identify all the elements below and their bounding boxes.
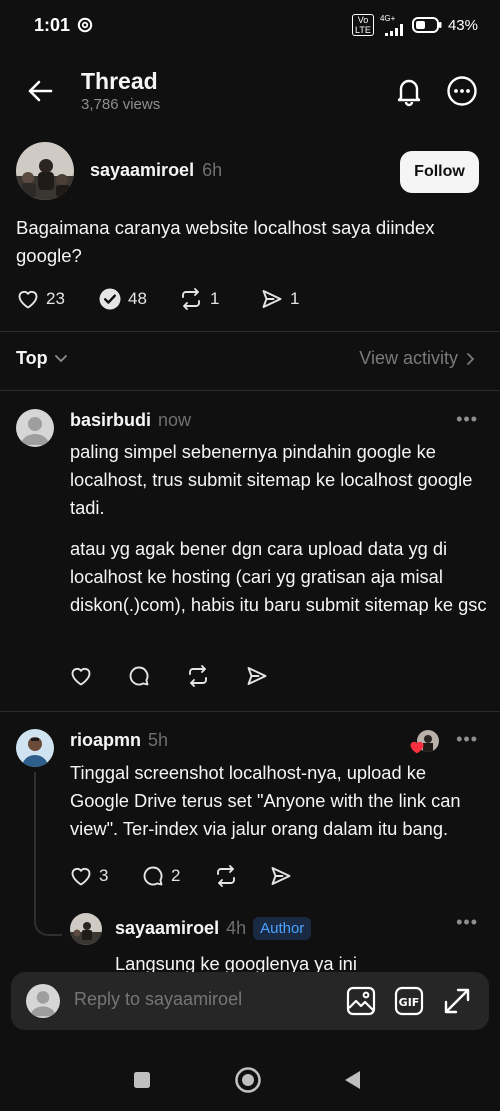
verified-count: 48: [128, 289, 147, 308]
repost-icon: [217, 865, 235, 887]
share-count: 1: [290, 289, 300, 308]
back-triangle-icon: [345, 1071, 360, 1089]
sort-dropdown[interactable]: Top: [16, 348, 68, 369]
post-author-name[interactable]: sayaamiroel: [90, 160, 194, 181]
post-author-avatar[interactable]: [16, 142, 74, 200]
heart-liked-icon: [410, 741, 424, 754]
share-button[interactable]: 1: [260, 287, 299, 311]
like-button[interactable]: 23: [16, 287, 98, 311]
reply-time: now: [158, 410, 192, 430]
thread-connector: [34, 920, 62, 936]
reply-repost-button[interactable]: [213, 864, 269, 888]
post-text: Bagaimana caranya website localhost saya…: [16, 217, 435, 266]
network-type: 4G+: [379, 13, 396, 23]
reply-more-button[interactable]: •••: [456, 729, 478, 750]
back-arrow-icon: [28, 80, 53, 102]
reply-avatar[interactable]: [16, 729, 54, 767]
default-avatar-icon: [21, 417, 49, 445]
reply-paragraph: paling simpel sebenernya pindahin google…: [70, 441, 473, 518]
reply-author-name[interactable]: basirbudi: [70, 410, 151, 431]
image-icon: [346, 986, 376, 1016]
view-activity-label: View activity: [359, 348, 458, 368]
reply-more-button[interactable]: •••: [456, 409, 478, 430]
thread-line: [34, 772, 36, 922]
reply-text: Tinggal screenshot localhost-nya, upload…: [70, 762, 461, 839]
more-options-button[interactable]: [446, 75, 478, 107]
page-title: Thread: [81, 68, 158, 94]
check-badge-icon: [99, 288, 121, 310]
reply-time: 4h: [226, 918, 247, 938]
system-nav-bar: [0, 1040, 500, 1111]
reply-author-name[interactable]: rioapmn: [70, 730, 141, 751]
square-icon: [134, 1072, 150, 1088]
reply-more-button[interactable]: •••: [456, 912, 478, 933]
home-circle-icon: [235, 1067, 261, 1093]
reply-like-button[interactable]: 3: [69, 864, 141, 888]
reply-share-button[interactable]: [269, 864, 293, 888]
heart-icon[interactable]: [69, 664, 93, 688]
reply-comment-button[interactable]: 2: [141, 864, 213, 888]
recents-button[interactable]: [133, 1071, 151, 1089]
divider: [0, 390, 500, 391]
heart-icon: [71, 867, 91, 886]
expand-button[interactable]: [442, 986, 472, 1016]
gif-icon: GIF: [394, 986, 424, 1016]
repost-icon[interactable]: [185, 664, 211, 688]
heart-icon: [18, 290, 38, 309]
volte-icon: Vo LTE: [351, 14, 374, 36]
send-icon: [262, 290, 282, 308]
composer-avatar: [26, 984, 60, 1018]
view-count: 3,786 views: [81, 96, 161, 113]
notifications-button[interactable]: [393, 75, 425, 107]
author-badge: Author: [253, 917, 312, 940]
repost-button[interactable]: 1: [178, 287, 260, 311]
default-avatar-icon: [30, 991, 56, 1017]
comment-icon[interactable]: [127, 664, 151, 688]
divider: [0, 331, 500, 332]
reply-avatar[interactable]: [16, 409, 54, 447]
nested-reply-avatar[interactable]: [70, 913, 102, 945]
home-button[interactable]: [234, 1066, 262, 1094]
like-count: 23: [46, 289, 65, 308]
back-button[interactable]: [26, 77, 54, 105]
reply-input[interactable]: [74, 989, 324, 1010]
reply-like-count: 3: [99, 866, 109, 885]
more-circle-icon: [447, 76, 477, 106]
bell-icon: [397, 79, 421, 107]
repost-count: 1: [210, 289, 220, 308]
svg-text:GIF: GIF: [399, 996, 420, 1009]
divider: [0, 711, 500, 712]
status-icons: Vo LTE 4G+ 43%: [351, 13, 478, 36]
reply-paragraph: atau yg agak bener dgn cara upload data …: [70, 538, 487, 615]
chevron-right-icon: [467, 352, 475, 365]
image-button[interactable]: [346, 986, 376, 1016]
follow-button[interactable]: Follow: [400, 151, 479, 193]
send-icon[interactable]: [245, 664, 269, 688]
threads-status-icon: [77, 17, 93, 33]
reply-time: 5h: [148, 730, 169, 750]
reply-comment-count: 2: [171, 866, 181, 885]
post-time: 6h: [202, 160, 223, 180]
comment-icon: [143, 866, 163, 886]
chevron-down-icon: [54, 354, 67, 362]
status-time: 1:01: [34, 15, 71, 35]
view-activity-link[interactable]: View activity: [359, 348, 476, 369]
reply-text: Langsung ke googlenya ya ini: [115, 953, 357, 972]
repost-icon: [182, 288, 200, 310]
reply-composer[interactable]: GIF: [11, 972, 489, 1030]
back-nav-button[interactable]: [343, 1069, 363, 1091]
signal-icon: 4G+: [379, 13, 406, 36]
battery-percent: 43%: [447, 16, 478, 34]
reply-author-name[interactable]: sayaamiroel: [115, 918, 219, 939]
expand-icon: [444, 988, 470, 1014]
sort-label: Top: [16, 348, 48, 368]
gif-button[interactable]: GIF: [394, 986, 424, 1016]
send-icon: [271, 867, 291, 885]
verified-reposts-button[interactable]: 48: [98, 287, 178, 311]
battery-icon: [411, 17, 442, 33]
